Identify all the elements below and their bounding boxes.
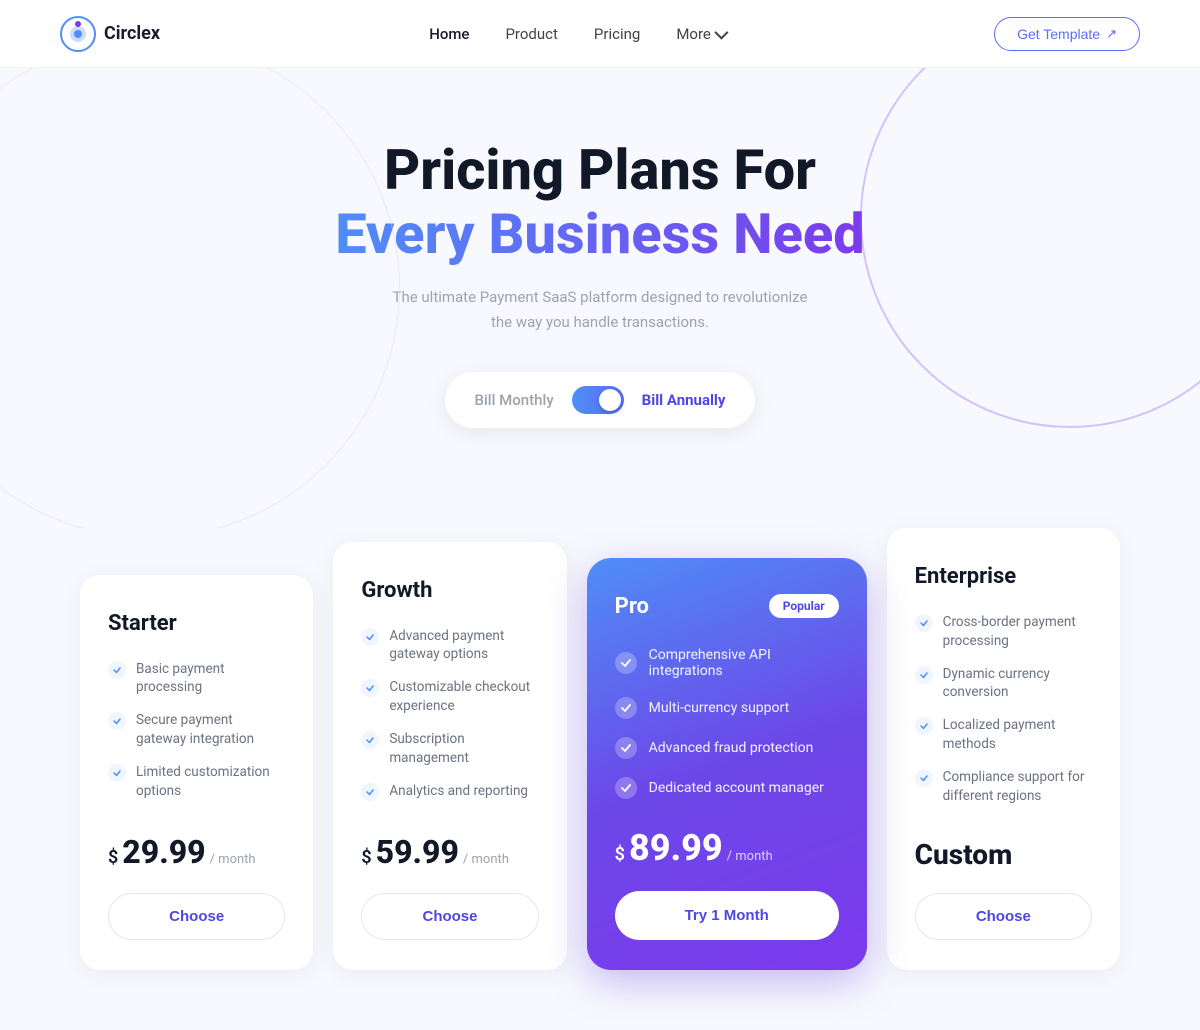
growth-title: Growth xyxy=(361,578,538,603)
check-icon xyxy=(361,783,379,801)
list-item: Compliance support for different regions xyxy=(915,768,1092,806)
check-icon xyxy=(361,628,379,646)
pro-card-header: Pro Popular xyxy=(615,594,839,619)
hero-heading: Pricing Plans For Every Business Need xyxy=(20,138,1180,267)
check-icon xyxy=(361,731,379,749)
pro-price: $ 89.99 / month xyxy=(615,827,839,869)
list-item: Limited customization options xyxy=(108,763,285,801)
arrow-icon: ↗ xyxy=(1106,26,1117,42)
toggle-knob xyxy=(599,389,621,411)
growth-card: Growth Advanced payment gateway options … xyxy=(333,542,566,970)
popular-badge: Popular xyxy=(769,594,839,618)
list-item: Localized payment methods xyxy=(915,716,1092,754)
pro-features: Comprehensive API integrations Multi-cur… xyxy=(615,647,839,799)
get-template-button[interactable]: Get Template ↗ xyxy=(994,17,1140,51)
hero-subtitle: The ultimate Payment SaaS platform desig… xyxy=(20,285,1180,336)
check-icon xyxy=(361,679,379,697)
brand-logo[interactable]: Circlex xyxy=(60,16,160,52)
navbar: Circlex Home Product Pricing More Get Te… xyxy=(0,0,1200,68)
pro-check-icon xyxy=(615,777,637,799)
list-item: Dedicated account manager xyxy=(615,777,839,799)
check-icon xyxy=(915,769,933,787)
pricing-cards-grid: Starter Basic payment processing Secure … xyxy=(80,528,1120,970)
billing-toggle[interactable] xyxy=(572,386,624,414)
starter-price: $ 29.99 / month xyxy=(108,833,285,871)
pricing-section: Starter Basic payment processing Secure … xyxy=(40,528,1160,1030)
check-icon xyxy=(108,712,126,730)
growth-price: $ 59.99 / month xyxy=(361,833,538,871)
check-icon xyxy=(915,614,933,632)
list-item: Comprehensive API integrations xyxy=(615,647,839,679)
list-item: Advanced fraud protection xyxy=(615,737,839,759)
enterprise-features: Cross-border payment processing Dynamic … xyxy=(915,613,1092,806)
check-icon xyxy=(915,666,933,684)
pro-try-button[interactable]: Try 1 Month xyxy=(615,891,839,940)
enterprise-card: Enterprise Cross-border payment processi… xyxy=(887,528,1120,970)
growth-features: Advanced payment gateway options Customi… xyxy=(361,627,538,801)
pro-title: Pro xyxy=(615,594,649,619)
pro-check-icon xyxy=(615,652,637,674)
enterprise-price: Custom xyxy=(915,838,1092,871)
pro-check-icon xyxy=(615,697,637,719)
logo-icon xyxy=(60,16,96,52)
toggle-annually-label: Bill Annually xyxy=(642,391,726,409)
pro-card: Pro Popular Comprehensive API integratio… xyxy=(587,558,867,970)
list-item: Cross-border payment processing xyxy=(915,613,1092,651)
check-icon xyxy=(108,661,126,679)
starter-choose-button[interactable]: Choose xyxy=(108,893,285,940)
starter-features: Basic payment processing Secure payment … xyxy=(108,660,285,801)
growth-choose-button[interactable]: Choose xyxy=(361,893,538,940)
hero-section: Pricing Plans For Every Business Need Th… xyxy=(0,68,1200,528)
list-item: Secure payment gateway integration xyxy=(108,711,285,749)
nav-links: Home Product Pricing More xyxy=(429,25,725,43)
enterprise-choose-button[interactable]: Choose xyxy=(915,893,1092,940)
check-icon xyxy=(108,764,126,782)
brand-name: Circlex xyxy=(104,23,160,44)
list-item: Analytics and reporting xyxy=(361,782,538,801)
nav-product[interactable]: Product xyxy=(505,25,557,43)
list-item: Customizable checkout experience xyxy=(361,678,538,716)
nav-pricing[interactable]: Pricing xyxy=(594,25,640,43)
toggle-monthly-label: Bill Monthly xyxy=(475,391,554,409)
list-item: Dynamic currency conversion xyxy=(915,665,1092,703)
nav-more[interactable]: More xyxy=(676,25,725,43)
starter-card: Starter Basic payment processing Secure … xyxy=(80,575,313,970)
chevron-down-icon xyxy=(714,25,728,39)
list-item: Multi-currency support xyxy=(615,697,839,719)
list-item: Advanced payment gateway options xyxy=(361,627,538,665)
nav-home[interactable]: Home xyxy=(429,25,469,43)
pro-check-icon xyxy=(615,737,637,759)
enterprise-title: Enterprise xyxy=(915,564,1092,589)
list-item: Subscription management xyxy=(361,730,538,768)
billing-toggle-container: Bill Monthly Bill Annually xyxy=(445,372,756,428)
check-icon xyxy=(915,717,933,735)
list-item: Basic payment processing xyxy=(108,660,285,698)
starter-title: Starter xyxy=(108,611,285,636)
